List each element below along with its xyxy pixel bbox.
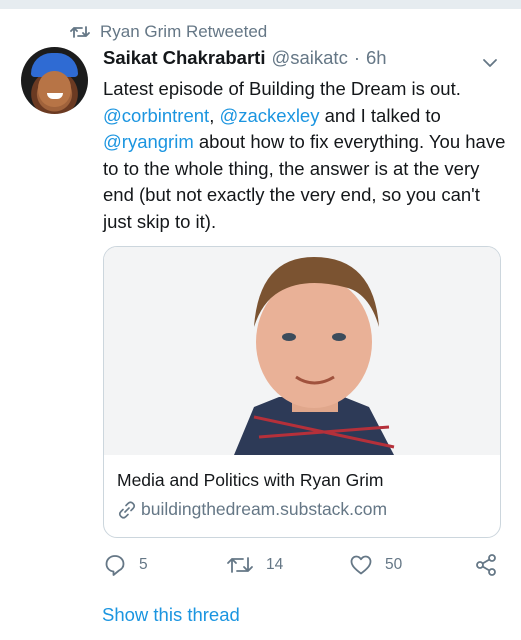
top-divider — [0, 0, 521, 9]
chevron-down-icon[interactable] — [478, 51, 502, 75]
reply-icon — [105, 555, 125, 576]
card-domain-text: buildingthedream.substack.com — [141, 499, 388, 519]
link-icon — [118, 500, 136, 519]
mention-link[interactable]: @zackexley — [219, 105, 319, 126]
avatar-face — [38, 71, 71, 107]
show-thread-link[interactable]: Show this thread — [102, 604, 240, 626]
share-action[interactable] — [474, 552, 498, 578]
author-name[interactable]: Saikat Chakrabarti — [103, 47, 265, 69]
card-image — [104, 247, 500, 455]
reply-action[interactable]: 5 — [103, 552, 148, 578]
retweet-icon — [227, 557, 253, 573]
mention-link[interactable]: @corbintrent — [103, 105, 209, 126]
share-icon — [476, 554, 496, 576]
avatar[interactable] — [21, 47, 88, 114]
mention-link[interactable]: @ryangrim — [103, 131, 194, 152]
tweet-text: Latest episode of Building the Dream is … — [103, 76, 508, 235]
retweet-icon — [70, 26, 90, 38]
tweet-time[interactable]: 6h — [366, 47, 387, 69]
like-count: 50 — [385, 556, 403, 573]
link-card[interactable]: Media and Politics with Ryan Grim buildi… — [103, 246, 501, 538]
tweet-text-segment: Latest episode of Building the Dream is … — [103, 78, 461, 99]
separator-dot: · — [353, 47, 360, 68]
card-domain: buildingthedream.substack.com — [117, 499, 387, 520]
reply-count: 5 — [139, 556, 148, 573]
card-title: Media and Politics with Ryan Grim — [117, 470, 384, 490]
tweet-header: Saikat Chakrabarti @saikatc · 6h — [103, 47, 387, 69]
tweet-text-segment: and I talked to — [319, 104, 441, 126]
retweet-context[interactable]: Ryan Grim Retweeted — [70, 20, 267, 44]
retweet-action[interactable]: 14 — [226, 552, 283, 578]
author-handle[interactable]: @saikatc — [271, 47, 347, 69]
retweet-context-label: Ryan Grim Retweeted — [100, 22, 268, 41]
tweet-text-segment: , — [209, 104, 220, 126]
heart-icon — [350, 555, 372, 575]
like-action[interactable]: 50 — [349, 552, 402, 578]
retweet-count: 14 — [266, 556, 284, 573]
